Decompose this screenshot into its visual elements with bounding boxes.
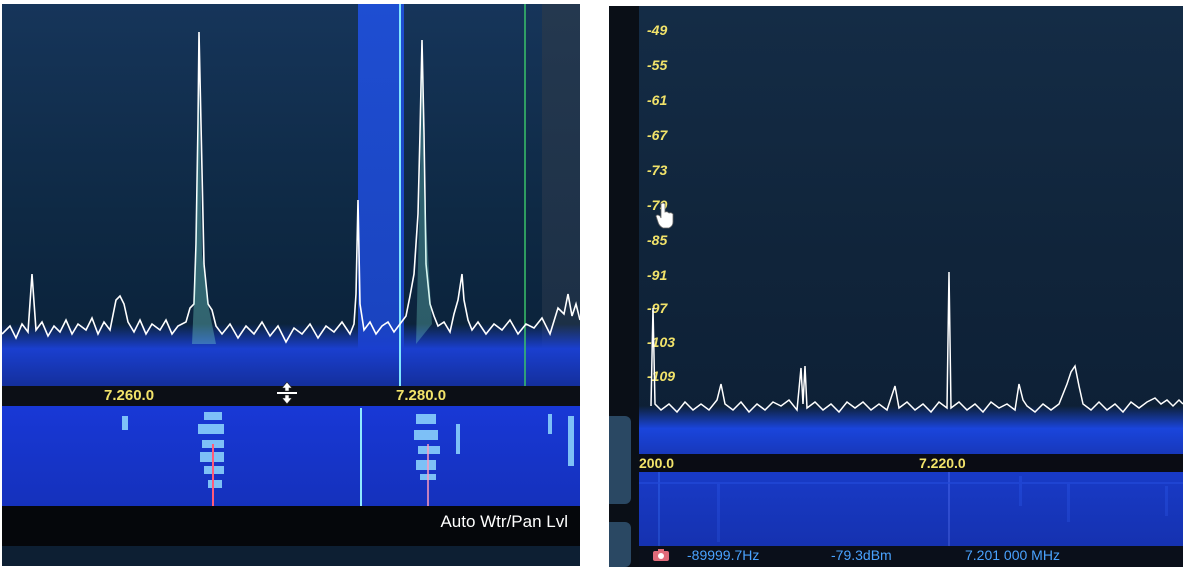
waterfall-signals <box>122 408 574 514</box>
right-panadapter-screen: -49 -55 -61 -67 -73 -79 -85 -91 -97 -103… <box>609 6 1183 567</box>
waterfall-display[interactable] <box>639 472 1183 548</box>
hand-cursor-icon <box>655 202 674 229</box>
camera-icon[interactable] <box>653 549 669 561</box>
spectrum-trace-line <box>650 271 1183 414</box>
freq-label-200: 200.0 <box>639 455 675 471</box>
left-panadapter-screen: 7.260.0 7.280.0 Auto Wtr/Pan Lvl <box>2 4 580 566</box>
frequency-scale[interactable] <box>639 454 1183 472</box>
frequency-readout: 7.201 000 MHz <box>965 547 1060 563</box>
offset-readout: -89999.7Hz <box>687 547 760 563</box>
freq-label-7220: 7.220.0 <box>919 455 966 471</box>
auto-wtr-pan-lvl-label[interactable]: Auto Wtr/Pan Lvl <box>440 512 568 532</box>
level-readout: -79.3dBm <box>831 547 892 563</box>
